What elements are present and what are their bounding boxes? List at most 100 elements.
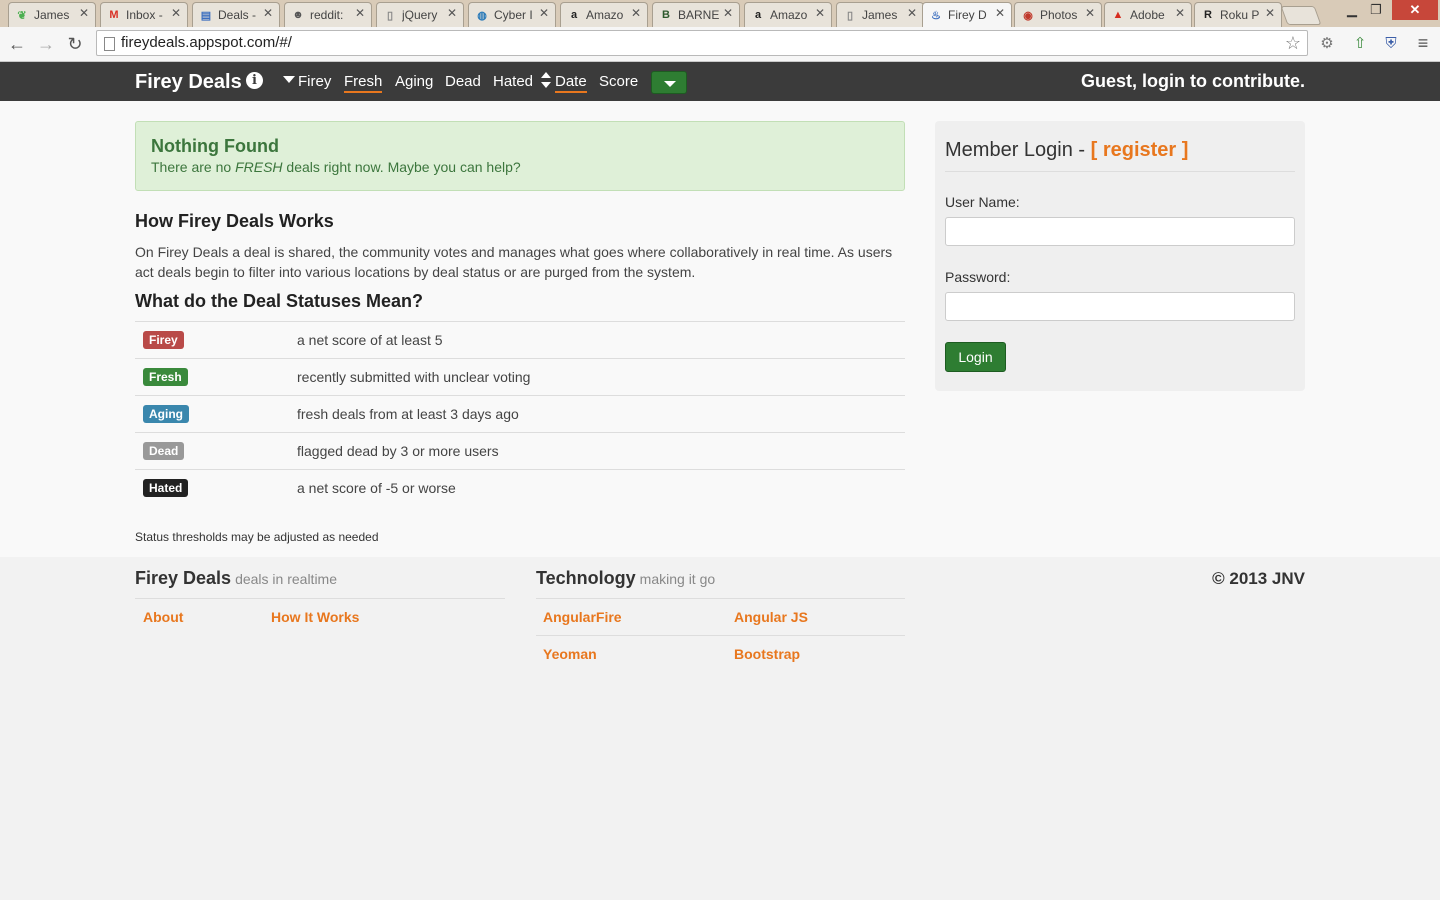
info-icon[interactable]: i [246, 72, 263, 89]
how-it-works-text: On Firey Deals a deal is shared, the com… [135, 244, 893, 280]
browser-tab[interactable]: ❦ James ✕ [8, 2, 96, 27]
footer-link-about[interactable]: About [143, 609, 183, 625]
adobe-icon: ▲ [1112, 9, 1124, 21]
browser-tab[interactable]: B BARNE ✕ [652, 2, 740, 27]
register-link[interactable]: [ register ] [1091, 139, 1189, 161]
password-field[interactable] [945, 292, 1295, 321]
nav-aging[interactable]: Aging [395, 73, 433, 90]
forward-icon[interactable]: → [34, 32, 58, 56]
how-it-works-heading: How Firey Deals Works [135, 211, 334, 231]
divider [536, 635, 905, 636]
browser-tab[interactable]: ▤ Deals - ✕ [192, 2, 280, 27]
close-icon[interactable]: ✕ [815, 6, 825, 20]
new-tab-button[interactable] [1280, 6, 1322, 25]
amazon-icon: a [754, 9, 762, 21]
browser-tab[interactable]: R Roku P ✕ [1194, 2, 1282, 27]
status-badge-aging: Aging [143, 405, 189, 423]
address-bar[interactable]: fireydeals.appspot.com/#/ ☆ [96, 30, 1308, 56]
member-login-panel: Member Login - [ register ] User Name: P… [935, 121, 1305, 391]
tab-title: jQuery [402, 8, 438, 22]
browser-tab[interactable]: ▯ James ✕ [836, 2, 924, 27]
table-row: Hated a net score of -5 or worse [135, 469, 905, 506]
site-navbar: Firey Deals i Firey Fresh Aging Dead Hat… [0, 62, 1440, 101]
footer-brand-sub: deals in realtime [235, 571, 337, 587]
browser-tab[interactable]: M Inbox - ✕ [100, 2, 188, 27]
username-label: User Name: [945, 194, 1020, 210]
nav-firey[interactable]: Firey [298, 73, 331, 90]
close-icon[interactable]: ✕ [723, 6, 733, 20]
extension-icon[interactable]: ⚙ [1316, 32, 1338, 54]
page-icon [104, 37, 115, 51]
window-close-icon[interactable]: ✕ [1392, 0, 1438, 20]
close-icon[interactable]: ✕ [907, 6, 917, 20]
nav-score[interactable]: Score [599, 73, 638, 90]
minimize-icon[interactable]: ▁ [1340, 0, 1364, 20]
extension-shield-icon[interactable]: ⛨ [1380, 32, 1402, 54]
brand-link[interactable]: Firey Deals [135, 71, 242, 94]
menu-icon[interactable]: ≡ [1412, 32, 1434, 54]
nav-dead[interactable]: Dead [445, 73, 481, 90]
reload-icon[interactable]: ↻ [63, 32, 87, 56]
close-icon[interactable]: ✕ [1175, 6, 1185, 20]
browser-tab[interactable]: ☻ reddit: ✕ [284, 2, 372, 27]
close-icon[interactable]: ✕ [447, 6, 457, 20]
browser-tab-active[interactable]: ♨ Firey D ✕ [922, 2, 1012, 27]
footer: Firey Deals deals in realtime About How I… [0, 557, 1440, 900]
sort-dropdown-button[interactable] [651, 71, 687, 94]
divider [135, 598, 505, 599]
username-field[interactable] [945, 217, 1295, 246]
close-icon[interactable]: ✕ [631, 6, 641, 20]
cyber-icon: ◍ [477, 9, 487, 22]
close-icon[interactable]: ✕ [995, 6, 1005, 20]
close-icon[interactable]: ✕ [539, 6, 549, 20]
guest-login-link[interactable]: Guest, login to contribute. [1081, 71, 1305, 92]
browser-tab[interactable]: a Amazo ✕ [560, 2, 648, 27]
close-icon[interactable]: ✕ [1265, 6, 1275, 20]
browser-tab[interactable]: ▲ Adobe ✕ [1104, 2, 1192, 27]
bookmark-star-icon[interactable]: ☆ [1285, 31, 1301, 55]
close-icon[interactable]: ✕ [263, 6, 273, 20]
browser-tab[interactable]: ◉ Photos ✕ [1014, 2, 1102, 27]
footer-link-yeoman[interactable]: Yeoman [543, 646, 597, 662]
footer-link-angularjs[interactable]: Angular JS [734, 609, 808, 625]
status-badge-fresh: Fresh [143, 368, 188, 386]
login-button[interactable]: Login [945, 342, 1006, 372]
firey-icon: ♨ [931, 9, 941, 22]
nothing-found-alert: Nothing Found There are no FRESH deals r… [135, 121, 905, 191]
status-desc: fresh deals from at least 3 days ago [297, 395, 905, 433]
tab-title: Photos [1040, 8, 1078, 22]
tab-title: Cyber I [494, 8, 533, 22]
back-icon[interactable]: ← [5, 32, 29, 56]
close-icon[interactable]: ✕ [79, 6, 89, 20]
status-desc: recently submitted with unclear voting [297, 358, 905, 396]
close-icon[interactable]: ✕ [355, 6, 365, 20]
nav-date[interactable]: Date [555, 73, 587, 93]
nav-fresh[interactable]: Fresh [344, 73, 383, 93]
login-title: Member Login - [ register ] [945, 139, 1189, 161]
tab-title: James [34, 8, 70, 22]
status-desc: a net score of -5 or worse [297, 469, 905, 506]
table-row: Firey a net score of at least 5 [135, 321, 905, 359]
tab-title: Roku P [1220, 8, 1260, 22]
browser-tab[interactable]: ▯ jQuery ✕ [376, 2, 464, 27]
page-icon: ▯ [386, 9, 394, 22]
close-icon[interactable]: ✕ [1085, 6, 1095, 20]
footer-link-bootstrap[interactable]: Bootstrap [734, 646, 800, 662]
maximize-icon[interactable]: ❐ [1364, 0, 1388, 20]
footer-link-how-it-works[interactable]: How It Works [271, 609, 359, 625]
page-icon: ▯ [846, 9, 854, 22]
browser-tab[interactable]: a Amazo ✕ [744, 2, 832, 27]
footer-link-angularfire[interactable]: AngularFire [543, 609, 622, 625]
url-text: fireydeals.appspot.com/#/ [121, 34, 292, 51]
bn-icon: B [662, 9, 670, 21]
browser-tab[interactable]: ◍ Cyber I ✕ [468, 2, 556, 27]
status-badge-firey: Firey [143, 331, 184, 349]
sort-icon [541, 72, 551, 88]
status-badge-hated: Hated [143, 479, 189, 497]
footer-tech-sub: making it go [639, 571, 716, 587]
status-table: Firey a net score of at least 5 Fresh re… [135, 321, 905, 506]
divider [945, 171, 1295, 172]
extension-arrow-icon[interactable]: ⇧ [1349, 32, 1371, 54]
nav-hated[interactable]: Hated [493, 73, 533, 90]
close-icon[interactable]: ✕ [171, 6, 181, 20]
